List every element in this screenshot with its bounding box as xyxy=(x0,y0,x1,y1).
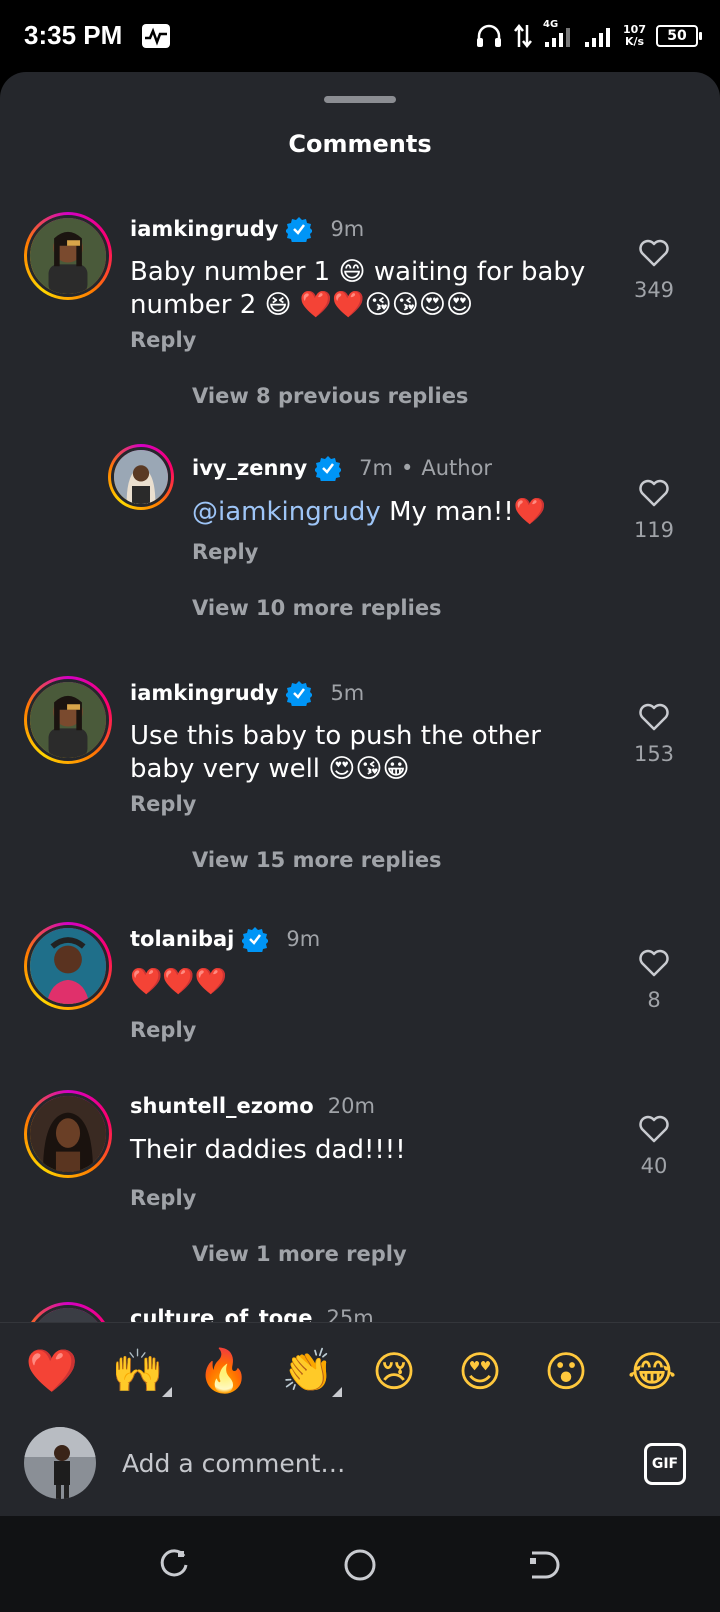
comment-header: ivy_zenny 7m • Author xyxy=(192,455,492,481)
quick-emoji-heart[interactable]: ❤️ xyxy=(22,1341,82,1401)
heart-outline-icon xyxy=(639,949,669,977)
comment-header: shuntell_ezomo 20m xyxy=(130,1094,375,1118)
comment-time: 20m xyxy=(327,1094,375,1118)
like-count: 349 xyxy=(633,278,675,302)
heart-outline-icon xyxy=(639,479,669,507)
like-count: 119 xyxy=(633,518,675,542)
like-button[interactable]: 119 xyxy=(624,478,684,542)
avatar[interactable] xyxy=(24,212,112,300)
comment-username[interactable]: iamkingrudy xyxy=(130,681,278,705)
quick-emoji-clap[interactable]: 👏 xyxy=(278,1341,342,1401)
comment-username[interactable]: tolanibaj xyxy=(130,927,234,951)
avatar[interactable] xyxy=(24,922,112,1010)
home-icon[interactable] xyxy=(343,1548,377,1582)
sheet-drag-handle[interactable] xyxy=(324,96,396,103)
quick-emoji-fire[interactable]: 🔥 xyxy=(194,1341,254,1401)
reply-button[interactable]: Reply xyxy=(192,540,258,564)
status-bar: 3:35 PM 4G 107 K/s 50 xyxy=(0,0,720,72)
system-nav-bar xyxy=(0,1516,720,1612)
network-speed: 107 K/s xyxy=(623,24,646,48)
gif-button[interactable]: GIF xyxy=(644,1443,686,1485)
quick-emoji-heart-eyes[interactable]: 😍 xyxy=(450,1341,510,1401)
like-button[interactable]: 153 xyxy=(624,702,684,766)
verified-badge-icon xyxy=(286,217,313,242)
reply-button[interactable]: Reply xyxy=(130,792,196,816)
comments-sheet: Comments iamkingrudy 9m Baby number 1 😄 … xyxy=(0,72,720,1516)
heart-outline-icon xyxy=(639,703,669,731)
comment-text: Their daddies dad!!!! xyxy=(130,1135,406,1165)
view-replies-link[interactable]: View 1 more reply xyxy=(192,1242,407,1266)
quick-emoji-laughing[interactable]: 😂 xyxy=(622,1341,682,1401)
headphones-icon xyxy=(477,24,502,47)
verified-badge-icon xyxy=(286,681,313,706)
reply-button[interactable]: Reply xyxy=(130,328,196,352)
like-count: 40 xyxy=(640,1154,668,1178)
status-time: 3:35 PM xyxy=(24,20,123,50)
quick-emoji-surprised[interactable]: 😮 xyxy=(536,1341,596,1401)
author-tag: Author xyxy=(421,456,493,480)
comment-text: Use this baby to push the other baby ver… xyxy=(130,721,541,784)
avatar[interactable] xyxy=(24,676,112,764)
mention-link[interactable]: @iamkingrudy xyxy=(192,497,381,527)
author-separator: • xyxy=(400,456,414,480)
skin-tone-indicator xyxy=(162,1387,172,1397)
comment-time: 7m xyxy=(359,456,393,480)
comment-text: @iamkingrudy My man!!❤️ xyxy=(192,496,612,529)
comment-body: My man!!❤️ xyxy=(389,497,547,527)
battery-icon: 50 xyxy=(656,25,702,47)
verified-badge-icon xyxy=(242,927,269,952)
like-button[interactable]: 40 xyxy=(624,1114,684,1178)
comment-text: ❤️❤️❤️ xyxy=(130,967,228,997)
data-transfer-icon xyxy=(514,23,533,49)
verified-badge-icon xyxy=(315,456,342,481)
skin-tone-indicator xyxy=(332,1387,342,1397)
like-count: 8 xyxy=(647,988,661,1012)
comment-username[interactable]: iamkingrudy xyxy=(130,217,278,241)
reply-button[interactable]: Reply xyxy=(130,1018,196,1042)
current-user-avatar[interactable] xyxy=(24,1427,96,1499)
speed-unit: K/s xyxy=(624,35,645,48)
view-replies-link[interactable]: View 15 more replies xyxy=(192,848,442,872)
heart-outline-icon xyxy=(639,1115,669,1143)
comment-header: tolanibaj 9m xyxy=(130,926,320,952)
back-icon[interactable] xyxy=(526,1548,560,1582)
avatar[interactable] xyxy=(108,444,174,510)
comment-username[interactable]: ivy_zenny xyxy=(192,456,307,480)
emoji-glyph: 🙌 xyxy=(111,1346,165,1395)
recent-apps-icon[interactable] xyxy=(158,1548,192,1582)
comment-time: 9m xyxy=(330,217,365,241)
like-count: 153 xyxy=(633,742,675,766)
avatar[interactable] xyxy=(24,1090,112,1178)
signal-icon xyxy=(585,28,611,47)
view-replies-link[interactable]: View 8 previous replies xyxy=(192,384,468,408)
comment-time: 9m xyxy=(286,927,321,951)
network-type: 4G xyxy=(543,19,559,30)
comment-composer-panel: ❤️ 🙌 🔥 👏 😢 😍 😮 😂 GIF xyxy=(0,1322,720,1516)
view-replies-link[interactable]: View 10 more replies xyxy=(192,596,442,620)
status-right: 4G 107 K/s 50 xyxy=(475,18,702,54)
like-button[interactable]: 8 xyxy=(624,948,684,1012)
comment-header: iamkingrudy 5m xyxy=(130,680,364,706)
like-button[interactable]: 349 xyxy=(624,238,684,302)
quick-emoji-raised-hands[interactable]: 🙌 xyxy=(108,1341,172,1401)
heart-outline-icon xyxy=(639,239,669,267)
emoji-glyph: 👏 xyxy=(281,1346,335,1395)
sheet-title: Comments xyxy=(288,130,432,158)
activity-icon xyxy=(142,24,170,48)
comment-time: 5m xyxy=(330,681,365,705)
add-comment-input[interactable] xyxy=(122,1443,602,1483)
signal-4g-icon: 4G xyxy=(543,19,573,49)
quick-emoji-crying[interactable]: 😢 xyxy=(364,1341,424,1401)
comment-header: iamkingrudy 9m xyxy=(130,216,364,242)
quick-emoji-bar: ❤️ 🙌 🔥 👏 😢 😍 😮 😂 xyxy=(0,1335,720,1405)
comment-text: Baby number 1 😄 waiting for baby number … xyxy=(130,257,586,320)
reply-button[interactable]: Reply xyxy=(130,1186,196,1210)
comment-username[interactable]: shuntell_ezomo xyxy=(130,1094,314,1118)
